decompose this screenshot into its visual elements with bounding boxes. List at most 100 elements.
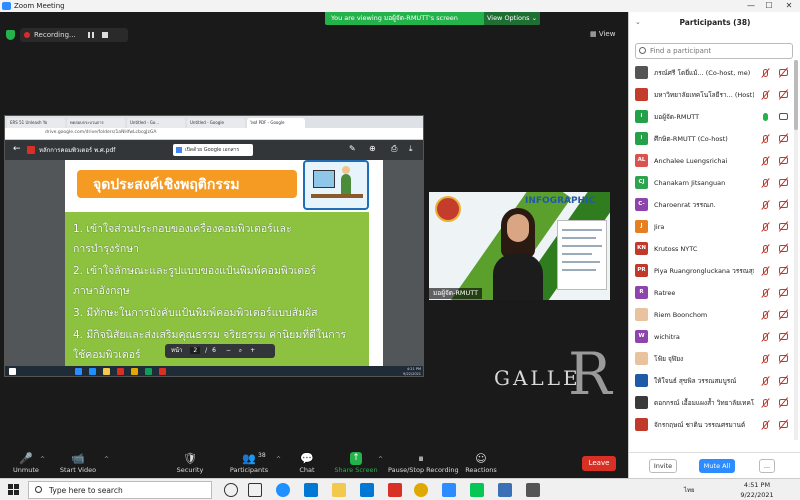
mute-all-button[interactable]: Mute All (699, 459, 735, 473)
chevron-up-icon[interactable]: ^ (276, 456, 281, 463)
participant-name: Riem Boonchom (654, 311, 708, 319)
participant-avatar: KN (635, 242, 648, 255)
participant-row[interactable]: KN Krutoss NYTC (629, 239, 795, 259)
participant-row[interactable]: โฟ้ย จุฬิยง (629, 349, 795, 369)
browser-tab-active[interactable]: ไฟล์ PDF - Google (247, 118, 305, 128)
browser-tab[interactable]: Untitled - Google (187, 118, 245, 128)
chevron-up-icon[interactable]: ^ (40, 456, 45, 463)
participant-row[interactable]: ดอกกรณ์ เอื้อมแผงส้ำ วิทยาลัยเทคโน... (629, 393, 795, 413)
start-video-button[interactable]: 📹 Start Video (56, 450, 100, 478)
zoom-search-icon[interactable]: ⌕ (239, 347, 242, 354)
participant-name: ดอกกรณ์ เอื้อมแผงส้ำ วิทยาลัยเทคโน... (654, 399, 754, 407)
app-icon[interactable] (388, 483, 402, 497)
back-arrow-icon[interactable]: ← (13, 144, 21, 154)
add-icon[interactable]: ⊕ (369, 144, 376, 153)
close-button[interactable]: ✕ (782, 0, 796, 12)
page-label: หน้า (171, 347, 183, 354)
chevron-up-icon[interactable]: ^ (104, 456, 109, 463)
minimize-button[interactable]: — (744, 0, 758, 12)
participant-name: มหาวิทยาลัยเทคโนโลยีรา... (Host) (654, 91, 754, 99)
cortana-icon[interactable] (224, 483, 238, 497)
windows-start-icon[interactable] (8, 484, 20, 496)
participant-row[interactable]: Riem Boonchom (629, 305, 795, 325)
participant-search-input[interactable]: Find a participant (635, 43, 793, 59)
taskbar-search-input[interactable]: Type here to search (28, 481, 212, 499)
unmute-button[interactable]: 🎤 Unmute (8, 450, 44, 478)
participant-row[interactable]: i ศึกษิต-RMUTT (Co-host) (629, 129, 795, 149)
participant-row[interactable]: i มอผู้จัด-RMUTT (629, 107, 795, 127)
participant-name: โฟ้ย จุฬิยง (654, 355, 684, 363)
share-banner: You are viewing มอผู้จัด-RMUTT's screen … (325, 12, 540, 25)
store-icon[interactable] (360, 483, 374, 497)
view-button[interactable]: ▦ View (590, 30, 615, 38)
participant-name: Krutoss NYTC (654, 245, 698, 253)
more-options-button[interactable]: ... (759, 459, 775, 473)
person-head (342, 166, 350, 174)
host-video-tile[interactable]: INFOGRAPHIC มอผู้จัด-RMUTT (429, 192, 610, 300)
zoom-taskbar-icon[interactable] (442, 483, 456, 497)
security-button[interactable]: 🛡 Security (172, 450, 208, 478)
participant-row[interactable]: C- Charoenrat วรรณภ. (629, 195, 795, 215)
participants-list: ภรณ์ศรี โดยี่แม้... (Co-host, me) มหาวิทย… (629, 63, 795, 449)
slide-header: จุดประสงค์เชิงพฤติกรรม (77, 170, 297, 198)
share-screen-button[interactable]: ↑ Share Screen (334, 450, 378, 478)
line-app-icon[interactable] (470, 483, 484, 497)
participant-row[interactable]: PR Piya Ruangrongluckana วรรณสุมาลา (629, 261, 795, 281)
participant-search-placeholder: Find a participant (650, 47, 712, 55)
zoom-in-icon[interactable]: + (250, 347, 255, 354)
recording-label: Recording... (34, 31, 76, 39)
chat-icon: 💬 (300, 452, 314, 465)
participant-row[interactable]: ให้ใจนธ์ สุขพิล วรรณสมบูรณ์ (629, 371, 795, 391)
participant-row[interactable]: J Jira (629, 217, 795, 237)
page-total: 6 (212, 347, 216, 354)
app-icon[interactable] (526, 483, 540, 497)
download-icon[interactable]: ⤓ (409, 144, 413, 154)
chevron-up-icon[interactable]: ^ (378, 456, 383, 463)
participant-row[interactable]: มหาวิทยาลัยเทคโนโลยีรา... (Host) (629, 85, 795, 105)
browser-tab[interactable]: Untitled - Go... (127, 118, 185, 128)
photos-icon[interactable] (498, 483, 512, 497)
edge-icon[interactable] (276, 483, 290, 497)
pause-recording-icon[interactable] (88, 32, 94, 38)
chrome-icon[interactable] (414, 483, 428, 497)
browser-tab[interactable]: ERS 51 Unleash Yo (7, 118, 65, 128)
participant-row[interactable]: จักรกฤษณ์ ชาติน วรรณศรมานต์ (629, 415, 795, 435)
start-icon (9, 368, 16, 375)
microphone-muted-icon: 🎤 (19, 452, 33, 465)
edge-legacy-icon[interactable] (304, 483, 318, 497)
participant-row[interactable]: CJ Chanakarn Jitsanguan (629, 173, 795, 193)
browser-tab[interactable]: ทดสอบกระบวนการ (67, 118, 125, 128)
open-with-button[interactable]: เปิดด้วย Google เอกสาร (173, 144, 253, 156)
participant-name: Jira (654, 223, 665, 231)
folder-icon (103, 368, 110, 375)
comment-icon[interactable]: ✎ (349, 144, 356, 153)
leave-button[interactable]: Leave (582, 456, 616, 471)
page-current[interactable]: 2 (190, 347, 201, 354)
pause-stop-recording-button[interactable]: ⏸ Pause/Stop Recording (388, 450, 459, 478)
objective-line: ภาษาอังกฤษ (73, 285, 130, 297)
invite-button[interactable]: Invite (649, 459, 677, 473)
pdf-app-icon (159, 368, 166, 375)
participant-row[interactable]: AL Anchalee Luengsrichai (629, 151, 795, 171)
reactions-button[interactable]: ☺ Reactions (464, 450, 498, 478)
input-language[interactable]: ไทย (684, 485, 695, 495)
participant-row[interactable]: ภรณ์ศรี โดยี่แม้... (Co-host, me) (629, 63, 795, 83)
participant-name: Chanakarn Jitsanguan (654, 179, 726, 187)
participant-row[interactable]: R Ratree (629, 283, 795, 303)
file-explorer-icon[interactable] (332, 483, 346, 497)
browser-tab-strip: ERS 51 Unleash Yo ทดสอบกระบวนการ Untitle… (5, 116, 423, 128)
participant-name: Anchalee Luengsrichai (654, 157, 728, 165)
participant-row[interactable]: Wwichitra (629, 327, 795, 347)
address-bar[interactable]: drive.google.com/drive/folders/1aNHfwLcb… (5, 128, 423, 140)
task-view-icon[interactable] (248, 483, 262, 497)
participants-count: 38 (258, 452, 266, 459)
stop-recording-icon[interactable] (102, 32, 108, 38)
taskbar-clock[interactable]: 4:51 PM 9/22/2021 (726, 480, 788, 500)
chat-button[interactable]: 💬 Chat (292, 450, 322, 478)
zoom-out-icon[interactable]: − (226, 347, 231, 354)
print-icon[interactable]: ⎙ (391, 144, 397, 154)
scrollbar-thumb[interactable] (794, 60, 798, 130)
view-options-button[interactable]: View Options ⌄ (484, 12, 540, 25)
pause-stop-label: Pause/Stop Recording (388, 466, 459, 474)
maximize-button[interactable]: ☐ (762, 0, 776, 12)
